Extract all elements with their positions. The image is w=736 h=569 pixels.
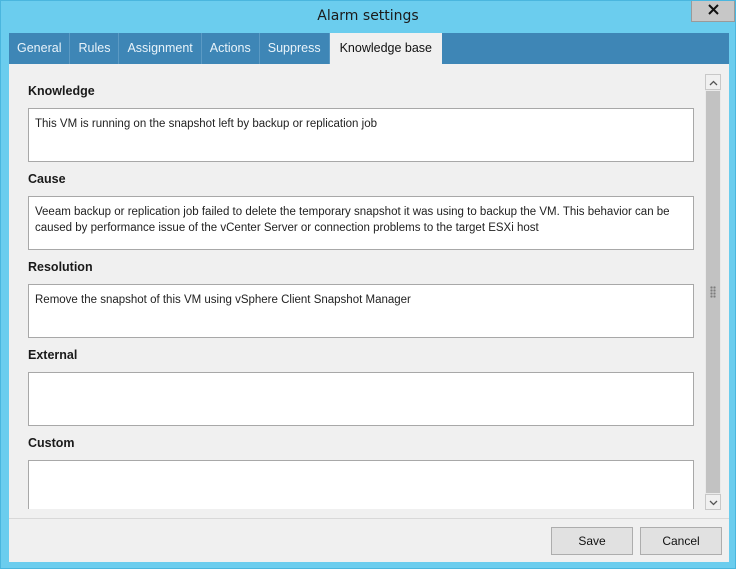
cancel-button[interactable]: Cancel <box>640 527 722 555</box>
window-title: Alarm settings <box>317 8 419 24</box>
close-icon <box>707 4 719 18</box>
tab-suppress[interactable]: Suppress <box>260 33 330 64</box>
tab-content-panel: Knowledge This VM is running on the snap… <box>9 64 729 518</box>
scroll-up-button[interactable] <box>705 74 721 90</box>
chevron-down-icon <box>709 495 718 509</box>
chevron-up-icon <box>709 75 718 89</box>
title-bar[interactable]: Alarm settings <box>1 1 735 33</box>
scroll-area: Knowledge This VM is running on the snap… <box>9 64 705 509</box>
external-label: External <box>28 348 78 362</box>
scroll-down-button[interactable] <box>705 494 721 510</box>
dialog-footer: Save Cancel <box>9 518 729 562</box>
knowledge-label: Knowledge <box>28 84 95 98</box>
grip-icon <box>710 286 716 298</box>
external-field[interactable] <box>28 372 694 426</box>
tab-rules[interactable]: Rules <box>70 33 120 64</box>
tab-strip: General Rules Assignment Actions Suppres… <box>9 33 729 64</box>
scroll-thumb[interactable] <box>706 91 720 493</box>
tab-actions[interactable]: Actions <box>202 33 260 64</box>
close-button[interactable] <box>691 1 735 22</box>
save-button[interactable]: Save <box>551 527 633 555</box>
cause-label: Cause <box>28 172 66 186</box>
resolution-field[interactable]: Remove the snapshot of this VM using vSp… <box>28 284 694 338</box>
custom-field[interactable] <box>28 460 694 509</box>
resolution-label: Resolution <box>28 260 93 274</box>
custom-label: Custom <box>28 436 75 450</box>
cause-field[interactable]: Veeam backup or replication job failed t… <box>28 196 694 250</box>
alarm-settings-window: Alarm settings General Rules Assignment … <box>0 0 736 569</box>
tab-knowledge-base[interactable]: Knowledge base <box>329 33 443 64</box>
knowledge-field[interactable]: This VM is running on the snapshot left … <box>28 108 694 162</box>
tab-assignment[interactable]: Assignment <box>119 33 202 64</box>
tab-general[interactable]: General <box>9 33 71 64</box>
vertical-scrollbar[interactable] <box>705 74 721 510</box>
